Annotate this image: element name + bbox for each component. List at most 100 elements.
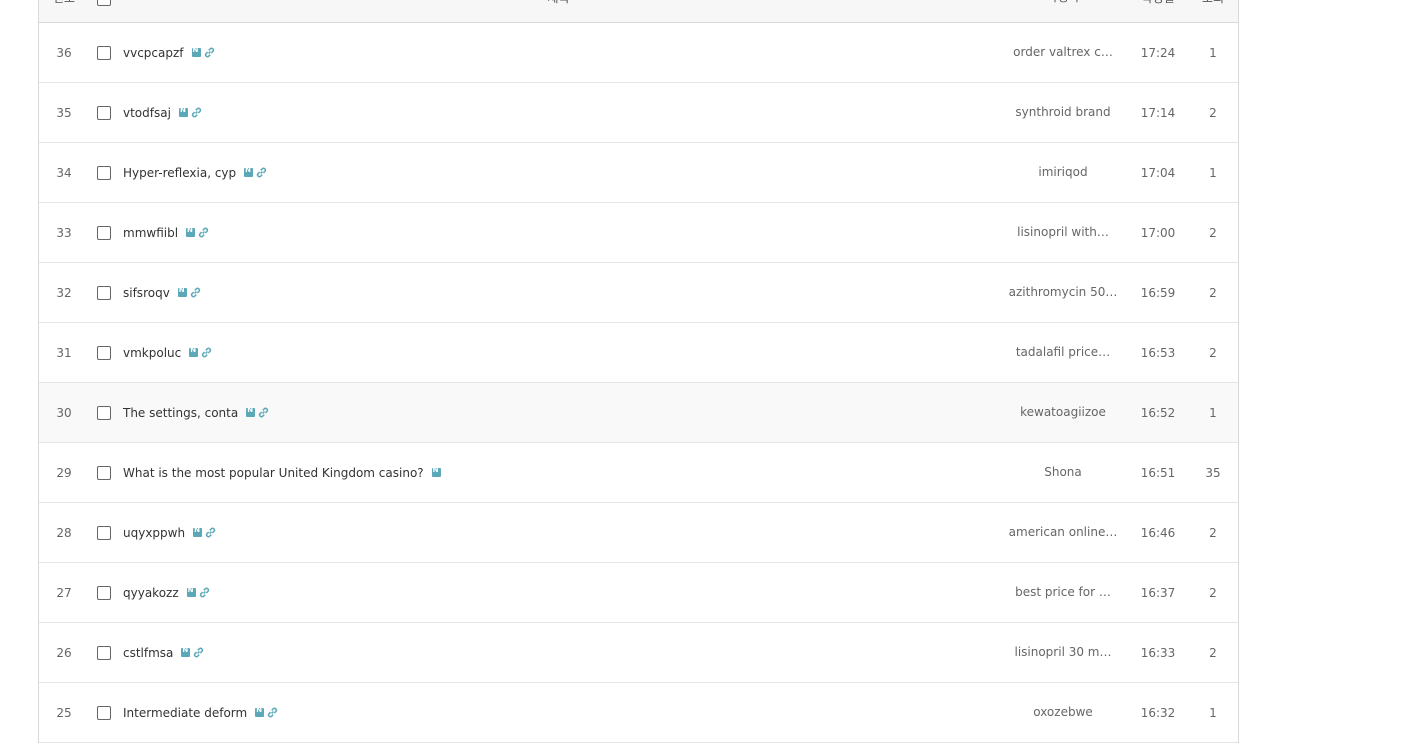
post-date: 16:32 (1140, 705, 1176, 720)
link-icon (198, 586, 211, 599)
post-title-link[interactable]: Intermediate deform (123, 706, 247, 720)
post-number: 32 (56, 285, 72, 300)
row-checkbox[interactable] (89, 285, 119, 300)
post-title-cell: mmwfiibl (119, 226, 998, 240)
post-author[interactable]: azithromycin 50… (998, 284, 1128, 301)
post-views: 1 (1209, 165, 1217, 180)
link-icon (204, 526, 217, 539)
new-badge-icon (431, 466, 441, 477)
post-title-link[interactable]: vvcpcapzf (123, 46, 184, 60)
row-checkbox[interactable] (89, 165, 119, 180)
post-author[interactable]: american online… (998, 524, 1128, 541)
table-row[interactable]: 26 cstlfmsa lisinopril 30 m… 16:33 2 (39, 623, 1238, 683)
post-views: 2 (1209, 225, 1217, 240)
post-author[interactable]: best price for … (998, 584, 1128, 601)
table-row[interactable]: 28 uqyxppwh american online… 16:46 2 (39, 503, 1238, 563)
row-checkbox[interactable] (89, 705, 119, 720)
post-number: 26 (56, 645, 72, 660)
new-badge-icon (178, 106, 188, 117)
post-author[interactable]: imiriqod (998, 164, 1128, 181)
post-title-link[interactable]: sifsroqv (123, 286, 170, 300)
table-row[interactable]: 30 The settings, conta kewatoagiizoe 16:52 1 (39, 383, 1238, 443)
row-checkbox[interactable] (89, 405, 119, 420)
post-author[interactable]: synthroid brand (998, 104, 1128, 121)
post-number: 25 (56, 705, 72, 720)
post-author[interactable]: Shona (998, 464, 1128, 481)
post-date: 17:14 (1140, 105, 1176, 120)
link-icon (200, 346, 213, 359)
new-badge-icon (177, 286, 187, 297)
post-title-link[interactable]: vmkpoluc (123, 346, 181, 360)
row-checkbox[interactable] (89, 525, 119, 540)
table-row[interactable]: 32 sifsroqv azithromycin 50… 16:59 2 (39, 263, 1238, 323)
table-row[interactable]: 36 vvcpcapzf order valtrex c… 17:24 1 (39, 23, 1238, 83)
post-title-link[interactable]: The settings, conta (123, 406, 238, 420)
post-title-cell: Intermediate deform (119, 706, 998, 720)
post-views: 1 (1209, 705, 1217, 720)
post-title-link[interactable]: cstlfmsa (123, 646, 173, 660)
header-views: 조회 (1188, 0, 1238, 22)
board-list: 번호 제목 작성자 작성일 조회 36 vvcpcapzf order valtre… (38, 0, 1239, 743)
table-row[interactable]: 35 vtodfsaj synthroid brand 17:14 2 (39, 83, 1238, 143)
row-checkbox[interactable] (89, 45, 119, 60)
new-badge-icon (186, 226, 196, 237)
post-title-cell: qyyakozz (119, 586, 998, 600)
row-checkbox[interactable] (89, 585, 119, 600)
table-row[interactable]: 34 Hyper-reflexia, cyp imiriqod 17:04 1 (39, 143, 1238, 203)
board-header: 번호 제목 작성자 작성일 조회 (39, 0, 1238, 23)
post-author[interactable]: kewatoagiizoe (998, 404, 1128, 421)
post-views: 1 (1209, 405, 1217, 420)
table-row[interactable]: 25 Intermediate deform oxozebwe 16:32 1 (39, 683, 1238, 743)
post-number: 35 (56, 105, 72, 120)
post-number: 28 (56, 525, 72, 540)
link-icon (203, 46, 216, 59)
post-title-link[interactable]: vtodfsaj (123, 106, 171, 120)
row-checkbox[interactable] (89, 645, 119, 660)
post-author[interactable]: lisinopril with… (998, 224, 1128, 241)
post-title-link[interactable]: qyyakozz (123, 586, 179, 600)
link-icon (192, 646, 205, 659)
new-badge-icon (191, 46, 201, 57)
new-badge-icon (186, 586, 196, 597)
new-badge-icon (244, 166, 254, 177)
post-number: 31 (56, 345, 72, 360)
post-date: 17:00 (1140, 225, 1176, 240)
table-row[interactable]: 31 vmkpoluc tadalafil price… 16:53 2 (39, 323, 1238, 383)
header-title: 제목 (119, 0, 998, 22)
post-author[interactable]: tadalafil price… (998, 344, 1128, 361)
post-number: 30 (56, 405, 72, 420)
select-all-checkbox[interactable] (89, 0, 119, 22)
post-author[interactable]: oxozebwe (998, 704, 1128, 721)
post-views: 2 (1209, 105, 1217, 120)
post-date: 16:53 (1140, 345, 1176, 360)
post-title-link[interactable]: mmwfiibl (123, 226, 178, 240)
row-checkbox[interactable] (89, 465, 119, 480)
post-title-link[interactable]: uqyxppwh (123, 526, 185, 540)
post-title-link[interactable]: Hyper-reflexia, cyp (123, 166, 236, 180)
post-author[interactable]: lisinopril 30 m… (998, 644, 1128, 661)
post-title-cell: vmkpoluc (119, 346, 998, 360)
row-checkbox[interactable] (89, 345, 119, 360)
table-row[interactable]: 29 What is the most popular United Kingdo… (39, 443, 1238, 503)
post-date: 17:24 (1140, 45, 1176, 60)
post-title-cell: vvcpcapzf (119, 46, 998, 60)
link-icon (255, 166, 268, 179)
post-title-cell: vtodfsaj (119, 106, 998, 120)
table-row[interactable]: 27 qyyakozz best price for … 16:37 2 (39, 563, 1238, 623)
row-checkbox[interactable] (89, 105, 119, 120)
link-icon (197, 226, 210, 239)
post-title-link[interactable]: What is the most popular United Kingdom … (123, 466, 424, 480)
post-number: 36 (56, 45, 72, 60)
post-title-cell: The settings, conta (119, 406, 998, 420)
new-badge-icon (193, 526, 203, 537)
post-author[interactable]: order valtrex c… (998, 44, 1128, 61)
post-title-cell: Hyper-reflexia, cyp (119, 166, 998, 180)
link-icon (189, 286, 202, 299)
post-title-cell: What is the most popular United Kingdom … (119, 466, 998, 480)
row-checkbox[interactable] (89, 225, 119, 240)
post-number: 33 (56, 225, 72, 240)
header-num: 번호 (39, 0, 89, 22)
table-row[interactable]: 33 mmwfiibl lisinopril with… 17:00 2 (39, 203, 1238, 263)
post-number: 27 (56, 585, 72, 600)
post-views: 2 (1209, 525, 1217, 540)
